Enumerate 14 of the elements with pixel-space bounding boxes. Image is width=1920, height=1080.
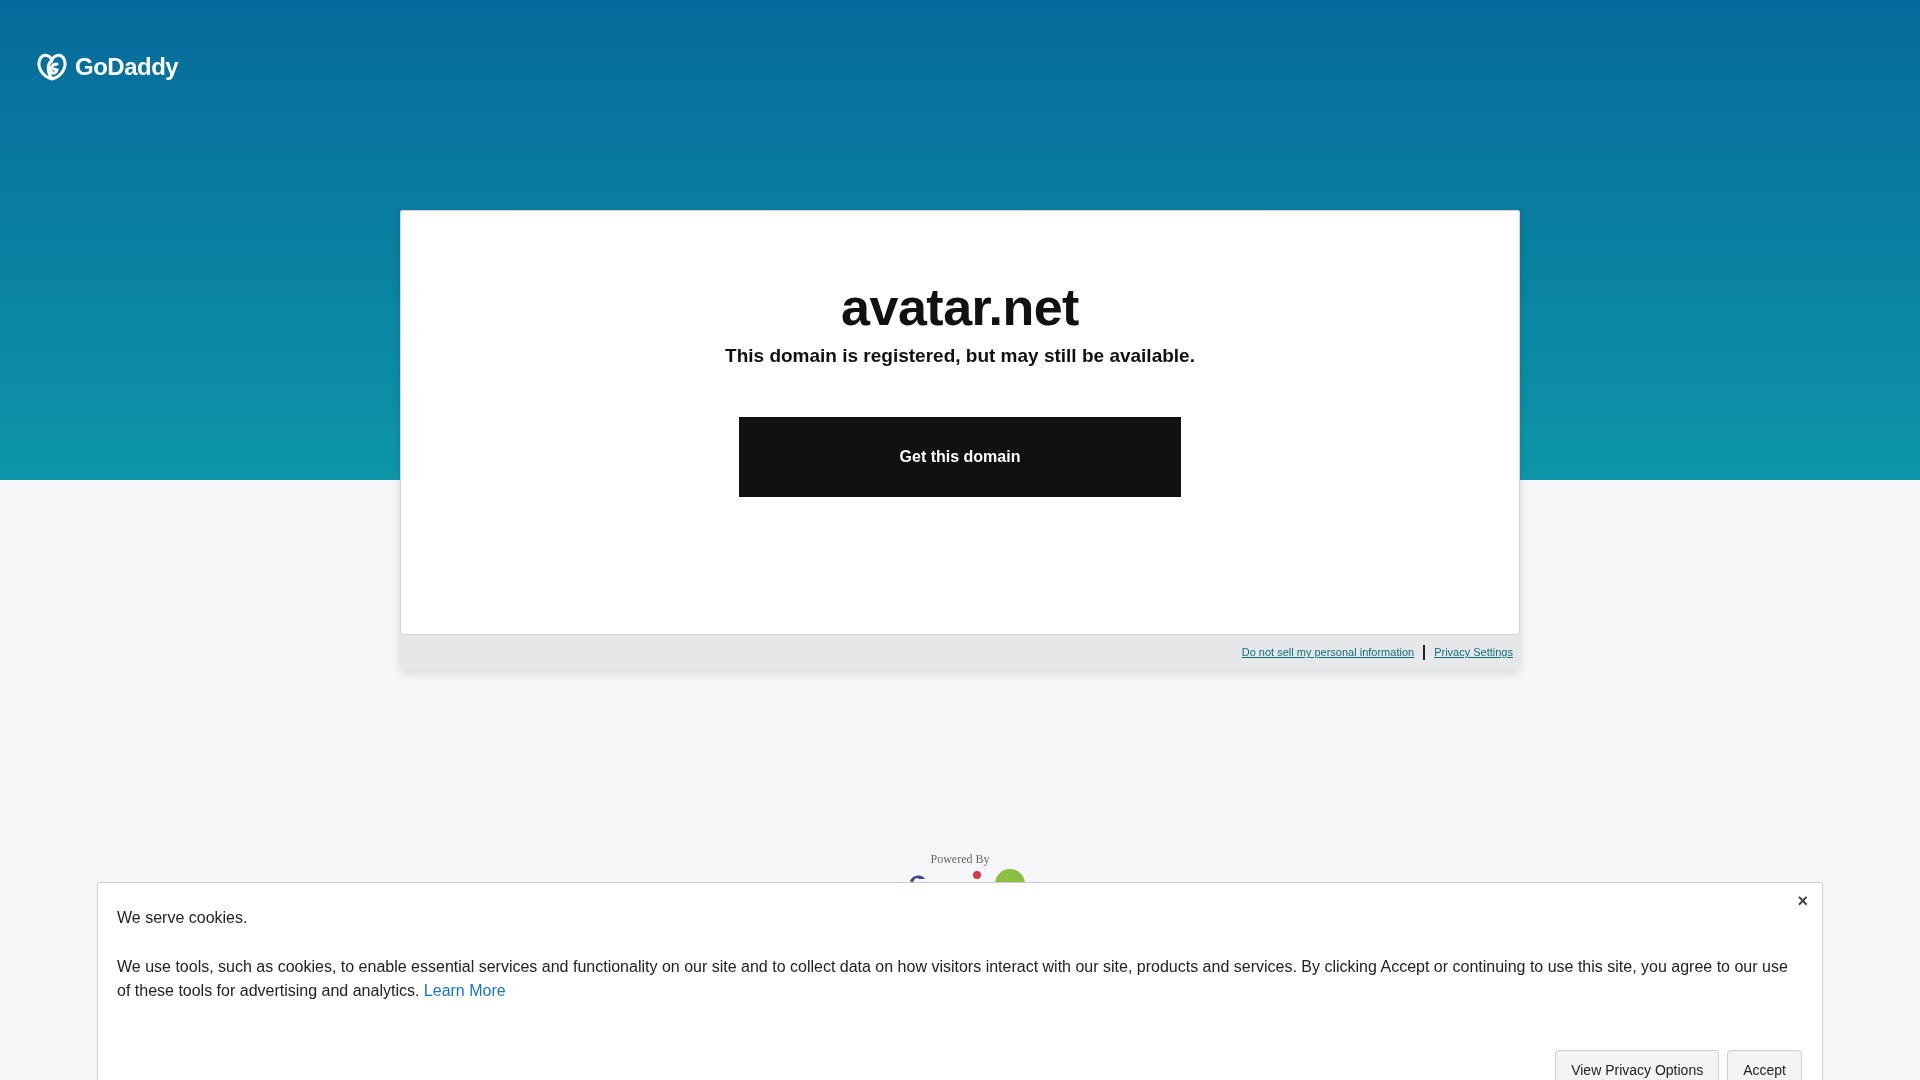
cookie-text: We use tools, such as cookies, to enable essential services and functionality on our site and to collect data on how visitors interact with our site, products and services. By clicking Accept or continuing to use this site, you agree to our use of these tools for advertising and analytics. Learn More: [117, 957, 1789, 1001]
domain-status-text: This domain is registered, but may still be available.: [725, 345, 1195, 367]
footer-link[interactable]: Do not sell my personal information: [1241, 646, 1415, 658]
close-button[interactable]: ×: [1797, 891, 1808, 912]
learn-more-link[interactable]: Learn More: [423, 982, 506, 999]
cookie-button[interactable]: Accept: [1727, 1050, 1802, 1080]
logo-text: GoDaddy: [75, 53, 179, 81]
powered-by-text: Powered By: [930, 852, 990, 867]
get-domain-button[interactable]: Get this domain: [739, 417, 1181, 497]
domain-title: avatar.net: [841, 277, 1079, 338]
cookie-button[interactable]: View Privacy Options: [1555, 1050, 1720, 1080]
footer-link[interactable]: Privacy Settings: [1434, 646, 1513, 658]
godaddy-logo-icon: [35, 52, 69, 82]
cookie-title: We serve cookies.: [117, 909, 249, 927]
